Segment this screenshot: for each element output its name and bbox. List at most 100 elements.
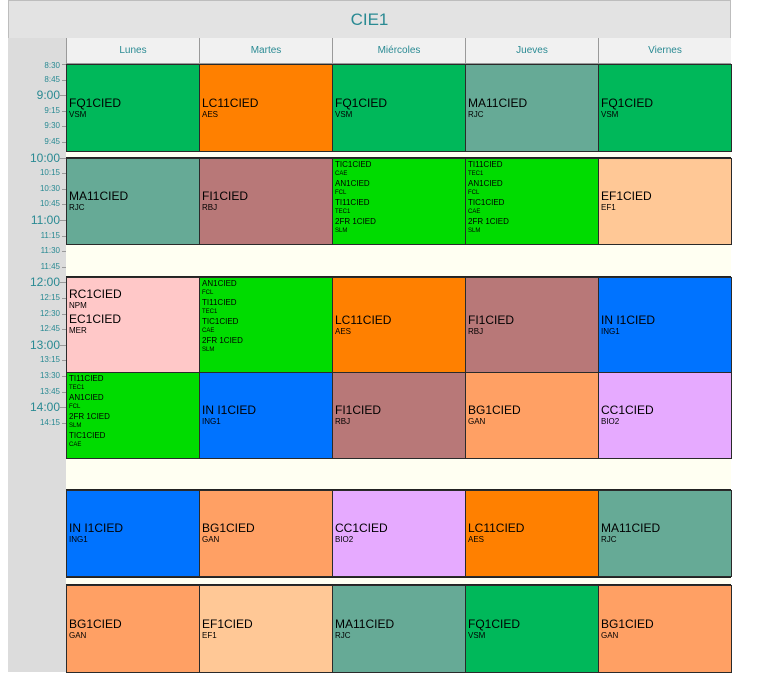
- break-row: [66, 577, 731, 585]
- class-cell[interactable]: CC1CIED BIO2: [332, 490, 466, 577]
- break-row: [66, 151, 731, 158]
- class-cell[interactable]: FQ1CIED VSM: [598, 64, 732, 152]
- class-cell[interactable]: IN I1CIED ING1: [199, 372, 333, 459]
- class-entry: FI1CIED RBJ: [468, 313, 598, 337]
- time-label: 14:15: [39, 417, 60, 427]
- time-label: 9:15: [44, 105, 60, 115]
- subject-name: IN I1CIED: [202, 403, 257, 417]
- class-cell[interactable]: FI1CIED RBJ: [332, 372, 466, 459]
- class-entry: FQ1CIED VSM: [69, 95, 199, 120]
- class-cell[interactable]: FQ1CIED VSM: [332, 64, 466, 152]
- subject-name: TIC1CIED: [202, 317, 239, 326]
- class-cell[interactable]: MA11CIED RJC: [465, 64, 599, 152]
- class-entry: EF1CIED EF1: [601, 190, 731, 213]
- subject-name: TIC1CIED: [468, 198, 505, 207]
- time-label: 13:00: [29, 337, 60, 352]
- teacher-code: CAE: [202, 327, 215, 334]
- class-cell[interactable]: RC1CIED NPM EC1CIED MER: [66, 277, 200, 373]
- class-entry: TI11CIED TEC1: [335, 198, 465, 217]
- teacher-code: VSM: [335, 109, 353, 119]
- class-entry: TI11CIED TEC1: [202, 298, 332, 317]
- teacher-code: ING1: [202, 417, 221, 426]
- teacher-code: AES: [335, 326, 352, 336]
- subject-name: FQ1CIED: [69, 95, 122, 110]
- class-cell[interactable]: BG1CIED GAN: [465, 372, 599, 459]
- subject-name: AN1CIED: [69, 393, 104, 402]
- class-cell[interactable]: MA11CIED RJC: [598, 490, 732, 577]
- time-label: 11:30: [40, 246, 60, 256]
- class-cell[interactable]: LC11CIED AES: [199, 64, 333, 152]
- class-cell[interactable]: IN I1CIED ING1: [598, 277, 732, 373]
- class-cell[interactable]: TI11CIED TEC1 AN1CIED FCL 2FR 1CIED SLM TIC1CI…: [66, 372, 200, 459]
- time-label: 13:45: [39, 386, 60, 396]
- teacher-code: BIO2: [601, 417, 620, 426]
- subject-name: EF1CIED: [601, 189, 652, 203]
- class-cell[interactable]: IN I1CIED ING1: [66, 490, 200, 577]
- teacher-code: FCL: [468, 189, 480, 196]
- class-entry: FI1CIED RBJ: [335, 404, 465, 427]
- class-cell[interactable]: BG1CIED GAN: [66, 585, 200, 673]
- teacher-code: GAN: [202, 535, 220, 544]
- class-entry: FQ1CIED VSM: [601, 96, 731, 120]
- time-label: 12:45: [39, 324, 60, 334]
- class-cell[interactable]: FQ1CIED VSM: [66, 64, 200, 152]
- class-cell[interactable]: LC11CIED AES: [465, 490, 599, 577]
- class-cell[interactable]: CC1CIED BIO2: [598, 372, 732, 459]
- class-entry: BG1CIED GAN: [202, 522, 332, 545]
- class-cell[interactable]: TI11CIED TEC1 AN1CIED FCL TIC1CIED CAE 2FR 1CI…: [465, 158, 599, 245]
- class-cell[interactable]: FI1CIED RBJ: [465, 277, 599, 373]
- class-entry: FQ1CIED VSM: [468, 617, 598, 641]
- class-cell[interactable]: FQ1CIED VSM: [465, 585, 599, 673]
- day-header-3: Jueves: [465, 38, 598, 64]
- class-entry: MA11CIED RJC: [335, 617, 465, 641]
- class-entry: TIC1CIED CAE: [202, 317, 332, 336]
- teacher-code: BIO2: [335, 535, 354, 544]
- teacher-code: FCL: [69, 403, 81, 410]
- class-cell[interactable]: EF1CIED EF1: [598, 158, 732, 245]
- class-entry: 2FR 1CIED SLM: [468, 217, 598, 236]
- subject-name: CC1CIED: [601, 403, 654, 417]
- teacher-code: AES: [468, 535, 485, 544]
- class-cell[interactable]: BG1CIED GAN: [199, 490, 333, 577]
- time-axis: 8:30 8:45 9:00 9:15 9:30 9:45 10:00 10:15 10:30 1…: [8, 62, 66, 672]
- class-entry: AN1CIED FCL: [468, 179, 598, 198]
- class-entry: AN1CIED FCL: [69, 393, 199, 412]
- time-tick: [59, 220, 66, 221]
- subject-name: FQ1CIED: [335, 95, 388, 110]
- time-label: 13:30: [39, 371, 60, 380]
- teacher-code: CAE: [69, 441, 82, 448]
- subject-name: AN1CIED: [335, 179, 370, 188]
- time-label: 12:15: [39, 293, 60, 302]
- subject-name: 2FR 1CIED: [69, 412, 110, 421]
- subject-name: TI11CIED: [202, 298, 237, 307]
- subject-name: IN I1CIED: [69, 521, 124, 535]
- class-cell[interactable]: FI1CIED RBJ: [199, 158, 333, 245]
- time-label: 14:00: [29, 400, 60, 415]
- class-entry: EF1CIED EF1: [202, 617, 332, 641]
- class-entry: 2FR 1CIED SLM: [202, 336, 332, 355]
- teacher-code: RJC: [468, 109, 484, 119]
- time-tick: [59, 282, 66, 284]
- class-cell[interactable]: BG1CIED GAN: [598, 585, 732, 673]
- subject-name: TI11CIED: [69, 374, 104, 383]
- class-cell[interactable]: LC11CIED AES: [332, 277, 466, 373]
- teacher-code: GAN: [69, 630, 87, 640]
- class-entry: TI11CIED TEC1: [69, 374, 199, 393]
- class-entry: CC1CIED BIO2: [601, 404, 731, 427]
- subject-name: FI1CIED: [202, 189, 249, 203]
- time-tick: [59, 157, 66, 159]
- class-entry: MA11CIED RJC: [468, 95, 598, 120]
- class-cell[interactable]: MA11CIED RJC: [66, 158, 200, 245]
- class-cell[interactable]: TIC1CIED CAE AN1CIED FCL TI11CIED TEC1 2FR 1CI…: [332, 158, 466, 245]
- subject-name: MA11CIED: [468, 95, 528, 110]
- teacher-code: RJC: [69, 203, 85, 212]
- time-label: 13:15: [39, 355, 60, 365]
- class-cell[interactable]: MA11CIED RJC: [332, 585, 466, 673]
- teacher-code: SLM: [69, 422, 82, 429]
- class-cell[interactable]: AN1CIED FCL TI11CIED TEC1 TIC1CIED CAE 2FR 1CI…: [199, 277, 333, 373]
- time-tick: [59, 407, 66, 409]
- subject-name: TI11CIED: [468, 160, 503, 169]
- class-entry: RC1CIED NPM: [69, 288, 199, 311]
- class-cell[interactable]: EF1CIED EF1: [199, 585, 333, 673]
- time-label: 11:00: [30, 213, 60, 227]
